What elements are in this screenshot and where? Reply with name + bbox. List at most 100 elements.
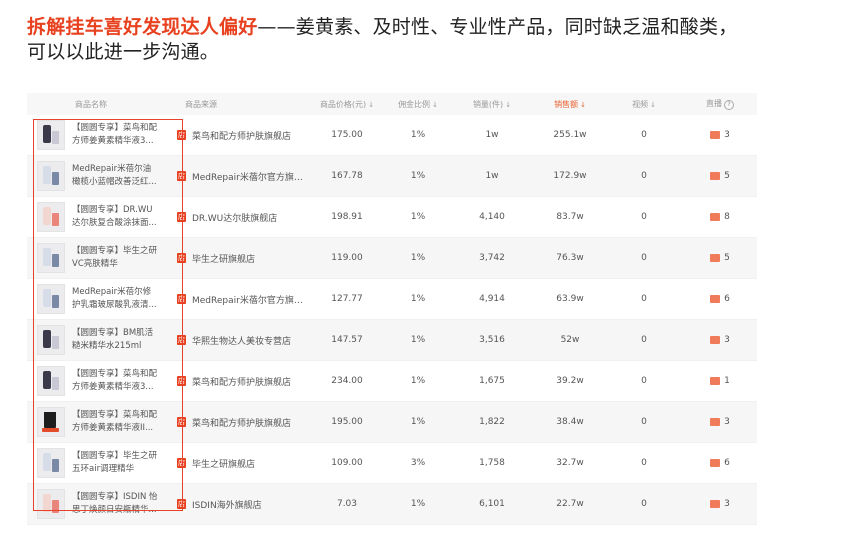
source-name: 菜鸟和配方师护肤旗舰店 xyxy=(192,131,292,142)
product-name[interactable]: 【圆圆专享】毕生之研 五环air调理精华 xyxy=(72,450,164,476)
help-circle-icon[interactable]: ? xyxy=(724,100,734,110)
product-image[interactable] xyxy=(37,161,65,191)
amount-cell: 32.7w xyxy=(556,458,584,468)
product-cell[interactable]: 【圆圆专享】毕生之研 五环air调理精华 xyxy=(27,448,177,478)
source-name: MedRepair米蓓尔官方旗舰店 xyxy=(192,172,304,183)
video-cell: 0 xyxy=(641,294,647,304)
table-row[interactable]: 【圆圆专享】菜鸟和配 方师姜黄素精华液3... 店菜鸟和配方师护肤旗舰店 234.00… xyxy=(27,361,757,402)
source-cell[interactable]: 店 MedRepair米蓓尔官方旗舰店 xyxy=(177,293,307,306)
table-row[interactable]: 【圆圆专享】毕生之研 VC亮肤精华店毕生之研旗舰店 119.00 1% 3,742 76.… xyxy=(27,238,757,279)
product-name[interactable]: 【圆圆专享】菜鸟和配 方师姜黄素精华液II... xyxy=(72,409,164,435)
product-cell[interactable]: MedRepair米蓓尔油 橄榄小蓝帽改善泛红... xyxy=(27,161,177,191)
price-cell: 234.00 xyxy=(331,376,363,386)
product-cell[interactable]: 【圆圆专享】菜鸟和配 方师姜黄素精华液3... xyxy=(27,120,177,150)
shop-badge-icon: 店 xyxy=(177,417,186,427)
commission-cell: 1% xyxy=(410,171,426,181)
source-name: 菜鸟和配方师护肤旗舰店 xyxy=(192,418,292,429)
headline: 拆解挂车喜好发现达人偏好——姜黄素、及时性、专业性产品，同时缺乏温和酸类， 可以… xyxy=(27,15,847,65)
amount-cell: 22.7w xyxy=(556,499,584,509)
live-cell[interactable]: 3 xyxy=(683,499,757,509)
product-name[interactable]: MedRepair米蓓尔油 橄榄小蓝帽改善泛红... xyxy=(72,163,164,189)
source-cell[interactable]: 店华熙生物达人美妆专营店 xyxy=(177,334,307,347)
product-image[interactable] xyxy=(37,284,65,314)
product-image[interactable] xyxy=(37,407,65,437)
product-image[interactable] xyxy=(37,448,65,478)
product-cell[interactable]: 【圆圆专享】DR.WU 达尔肤复合酸涂抹面... xyxy=(27,202,177,232)
table-row[interactable]: 【圆圆专享】ISDIN 怡思丁焕颜日安瓶精华... 店 ISDIN海外旗舰店 7.03… xyxy=(27,484,757,525)
live-cell[interactable]: 5 xyxy=(683,253,757,263)
table-row[interactable]: MedRepair米蓓尔油 橄榄小蓝帽改善泛红... 店 MedRepair米蓓尔官方… xyxy=(27,156,757,197)
source-name: MedRepair米蓓尔官方旗舰店 xyxy=(192,295,304,306)
live-badge-icon xyxy=(710,253,721,262)
product-name[interactable]: 【圆圆专享】ISDIN 怡思丁焕颜日安瓶精华... xyxy=(72,491,164,517)
live-badge-icon xyxy=(710,499,721,508)
live-cell[interactable]: 1 xyxy=(683,376,757,386)
product-image[interactable] xyxy=(37,325,65,355)
source-cell[interactable]: 店 DR.WU达尔肤旗舰店 xyxy=(177,211,307,224)
table-row[interactable]: 【圆圆专享】菜鸟和配 方师姜黄素精华液3... 店菜鸟和配方师护肤旗舰店 175.00… xyxy=(27,115,757,156)
source-cell[interactable]: 店菜鸟和配方师护肤旗舰店 xyxy=(177,375,307,388)
live-cell[interactable]: 3 xyxy=(683,417,757,427)
product-name[interactable]: 【圆圆专享】菜鸟和配 方师姜黄素精华液3... xyxy=(72,368,164,394)
live-cell[interactable]: 3 xyxy=(683,335,757,345)
table-row[interactable]: 【圆圆专享】DR.WU 达尔肤复合酸涂抹面... 店 DR.WU达尔肤旗舰店 198.9… xyxy=(27,197,757,238)
sales-cell: 4,914 xyxy=(479,294,505,304)
source-cell[interactable]: 店 ISDIN海外旗舰店 xyxy=(177,498,307,511)
header-sales[interactable]: 销量(件) ↓ xyxy=(449,99,535,110)
source-name: DR.WU达尔肤旗舰店 xyxy=(192,213,278,224)
source-name: 菜鸟和配方师护肤旗舰店 xyxy=(192,377,292,388)
product-cell[interactable]: MedRepair米蓓尔修 护乳霜玻尿酸乳液清... xyxy=(27,284,177,314)
table-row[interactable]: 【圆圆专享】BM肌活 糙米精华水215ml 店华熙生物达人美妆专营店 147.57 1%… xyxy=(27,320,757,361)
product-image[interactable] xyxy=(37,202,65,232)
amount-cell: 83.7w xyxy=(556,212,584,222)
product-table: 商品名称 商品来源 商品价格(元) ↓ 佣金比例 ↓ 销量(件) ↓ 销售额 ↓ 视频 ↓… xyxy=(27,93,757,525)
headline-highlight: 拆解挂车喜好发现达人偏好 xyxy=(27,16,258,38)
product-image[interactable] xyxy=(37,120,65,150)
header-source: 商品来源 xyxy=(185,99,217,109)
header-amount[interactable]: 销售额 ↓ xyxy=(535,99,605,110)
header-live: 直播? xyxy=(683,98,757,110)
video-cell: 0 xyxy=(641,335,647,345)
live-cell[interactable]: 6 xyxy=(683,294,757,304)
table-row[interactable]: MedRepair米蓓尔修 护乳霜玻尿酸乳液清... 店 MedRepair米蓓尔官方… xyxy=(27,279,757,320)
product-cell[interactable]: 【圆圆专享】ISDIN 怡思丁焕颜日安瓶精华... xyxy=(27,489,177,519)
header-video[interactable]: 视频 ↓ xyxy=(605,99,683,110)
source-cell[interactable]: 店菜鸟和配方师护肤旗舰店 xyxy=(177,129,307,142)
product-name[interactable]: 【圆圆专享】BM肌活 糙米精华水215ml xyxy=(72,327,164,353)
live-cell[interactable]: 5 xyxy=(683,171,757,181)
header-price[interactable]: 商品价格(元) ↓ xyxy=(307,99,387,110)
product-name[interactable]: 【圆圆专享】毕生之研 VC亮肤精华 xyxy=(72,245,164,271)
sales-cell: 1w xyxy=(485,171,499,181)
price-cell: 127.77 xyxy=(331,294,363,304)
product-name[interactable]: 【圆圆专享】DR.WU 达尔肤复合酸涂抹面... xyxy=(72,204,164,230)
product-cell[interactable]: 【圆圆专享】毕生之研 VC亮肤精华 xyxy=(27,243,177,273)
product-cell[interactable]: 【圆圆专享】菜鸟和配 方师姜黄素精华液II... xyxy=(27,407,177,437)
product-image[interactable] xyxy=(37,243,65,273)
amount-cell: 63.9w xyxy=(556,294,584,304)
live-cell[interactable]: 8 xyxy=(683,212,757,222)
live-badge-icon xyxy=(710,335,721,344)
product-name[interactable]: 【圆圆专享】菜鸟和配 方师姜黄素精华液3... xyxy=(72,122,164,148)
product-image[interactable] xyxy=(37,489,65,519)
price-cell: 198.91 xyxy=(331,212,363,222)
product-cell[interactable]: 【圆圆专享】BM肌活 糙米精华水215ml xyxy=(27,325,177,355)
source-name: ISDIN海外旗舰店 xyxy=(192,500,262,511)
live-cell[interactable]: 6 xyxy=(683,458,757,468)
table-row[interactable]: 【圆圆专享】菜鸟和配 方师姜黄素精华液II... 店菜鸟和配方师护肤旗舰店 195.0… xyxy=(27,402,757,443)
product-name[interactable]: MedRepair米蓓尔修 护乳霜玻尿酸乳液清... xyxy=(72,286,164,312)
live-count: 8 xyxy=(724,212,730,222)
table-row[interactable]: 【圆圆专享】毕生之研 五环air调理精华店毕生之研旗舰店 109.00 3% 1,758… xyxy=(27,443,757,484)
source-cell[interactable]: 店毕生之研旗舰店 xyxy=(177,252,307,265)
header-commission[interactable]: 佣金比例 ↓ xyxy=(387,99,449,110)
live-count: 1 xyxy=(724,376,730,386)
live-cell[interactable]: 3 xyxy=(683,130,757,140)
product-cell[interactable]: 【圆圆专享】菜鸟和配 方师姜黄素精华液3... xyxy=(27,366,177,396)
product-image[interactable] xyxy=(37,366,65,396)
sales-cell: 1,675 xyxy=(479,376,505,386)
source-name: 毕生之研旗舰店 xyxy=(192,459,256,470)
source-cell[interactable]: 店 MedRepair米蓓尔官方旗舰店 xyxy=(177,170,307,183)
shop-badge-icon: 店 xyxy=(177,335,186,345)
source-cell[interactable]: 店菜鸟和配方师护肤旗舰店 xyxy=(177,416,307,429)
source-cell[interactable]: 店毕生之研旗舰店 xyxy=(177,457,307,470)
price-cell: 119.00 xyxy=(331,253,363,263)
